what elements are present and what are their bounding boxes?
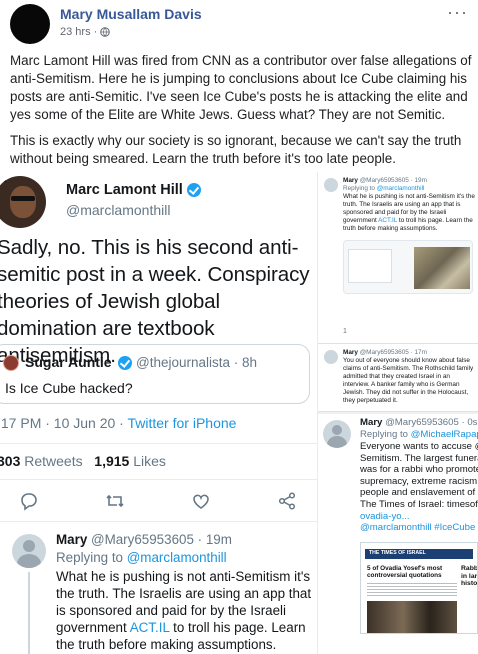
mini-attached-image [343, 240, 473, 294]
verified-badge-icon [118, 355, 132, 370]
mini-reply-count: 1 [343, 328, 347, 335]
like-icon [193, 494, 209, 509]
divider [0, 479, 317, 480]
mini-text-line: Semitism. The largest funeral [360, 452, 478, 464]
tweet-author-name: Marc Lamont Hill [66, 182, 201, 198]
share-icon [278, 492, 296, 510]
mini-text: What he is pushing is not anti-Semitism … [343, 193, 477, 233]
news-photo [367, 601, 457, 633]
mini-tweet-3: Mary @Mary65953605 · 0s Replying to @Mic… [318, 414, 478, 654]
mini-text-link: ACT.IL [378, 217, 398, 224]
mini-avatar [324, 350, 338, 364]
mini-photo [414, 247, 470, 289]
side-screenshots: Mary @Mary65953605 · 19m Replying to @ma… [318, 172, 478, 654]
mini-text: Everyone wants to accuse @ Semitism. The… [360, 441, 478, 534]
author-avatar[interactable] [10, 4, 50, 44]
quoted-tweet-name: Sugar Auntie [25, 354, 112, 370]
mini-replying-to: Replying to @marclamonthill [343, 185, 424, 192]
mini-tweet-1: Mary @Mary65953605 · 19m Replying to @ma… [318, 172, 478, 344]
tweet-author-avatar: OL [0, 176, 46, 228]
mini-replying-prefix: Replying to [360, 429, 411, 440]
avatar-tag: OL [0, 176, 7, 182]
post-text: Marc Lamont Hill was fired from CNN as a… [10, 52, 472, 168]
mini-author-name: Mary [343, 349, 358, 356]
tweet-author-handle: @marclamonthill [66, 202, 171, 218]
tweet-stats: 303 Retweets 1,915 Likes [0, 453, 166, 469]
globe-icon[interactable] [100, 27, 111, 37]
mini-text-line: The Times of Israel: timesofis [360, 498, 478, 510]
tweet-source: Twitter for iPhone [127, 415, 237, 431]
news-brand-bar: THE TIMES OF ISRAEL [365, 549, 473, 559]
mini-replying-handle: @marclamonthill [376, 185, 425, 192]
quoted-tweet-text: Is Ice Cube hacked? [5, 380, 133, 396]
mini-text-line: ovadia-yo... [360, 510, 410, 522]
retweets-label: Retweets [20, 453, 83, 469]
news-headline: 5 of Ovadia Yosef's most controversial q… [367, 565, 443, 580]
reply-text-link: ACT.IL [129, 620, 170, 635]
reply-author-avatar [12, 534, 46, 568]
post-time[interactable]: 23 hrs [60, 26, 91, 38]
mini-author-name: Mary [343, 177, 358, 184]
mini-handle-time: @Mary65953605 · 17m [357, 349, 427, 356]
meta-dot: · [93, 26, 98, 38]
replying-prefix: Replying to [56, 550, 127, 565]
reply-text: What he is pushing is not anti-Semitism … [56, 568, 317, 653]
post-image-collage[interactable]: OL Marc Lamont Hill @marclamonthill Sadl… [0, 172, 478, 654]
mini-replying-prefix: Replying to [343, 185, 377, 192]
news-body-lines [367, 583, 457, 597]
author-name[interactable]: Mary Musallam Davis [60, 6, 202, 22]
thread-line [28, 572, 30, 654]
mini-replying-to: Replying to @MichaelRapapo [360, 429, 478, 440]
tweet-author-name-text: Marc Lamont Hill [66, 182, 183, 198]
tweet-timestamp: :17 PM · 10 Jun 20 · Twitter for iPhone [0, 415, 236, 431]
tweet-time-text: :17 PM · 10 Jun 20 · [0, 415, 128, 431]
divider [0, 521, 317, 522]
quoted-tweet: Sugar Auntie @thejournalista · 8h Is Ice… [0, 344, 310, 404]
reply-icon [21, 493, 37, 511]
divider [0, 443, 317, 444]
mini-app-card [348, 249, 392, 283]
replying-handle: @marclamonthill [126, 550, 227, 565]
news-brand: THE TIMES OF ISRAEL [369, 550, 426, 556]
retweet-count: 303 [0, 453, 21, 469]
post-paragraph-2: This is exactly why our society is so ig… [10, 133, 462, 166]
likes-label: Likes [129, 453, 166, 469]
mini-actions: 1 [343, 328, 347, 335]
mini-author: Mary @Mary65953605 · 19m [343, 177, 427, 184]
quoted-tweet-handle-text: @thejournalista · 8h [136, 355, 258, 370]
quoted-tweet-handle: @thejournalista · 8h [118, 355, 257, 370]
mini-handle-time: @Mary65953605 · 0s [382, 417, 478, 428]
mini-handle-time: @Mary65953605 · 19m [357, 177, 427, 184]
reply-author: Mary @Mary65953605 · 19m [56, 532, 232, 547]
main-tweet-screenshot: OL Marc Lamont Hill @marclamonthill Sadl… [0, 172, 318, 654]
mini-author-name: Mary [360, 417, 383, 428]
mini-text-line: was for a rabbi who promoted [360, 464, 478, 476]
mini-avatar [324, 178, 338, 192]
post-paragraph-1: Marc Lamont Hill was fired from CNN as a… [10, 53, 472, 122]
post-header: Mary Musallam Davis 23 hrs · ··· [0, 0, 478, 44]
mini-text-line: people and enslavement of g [360, 487, 478, 499]
reply-handle-time: @Mary65953605 · 19m [87, 532, 232, 547]
post-meta: 23 hrs · [60, 26, 111, 38]
news-side-headline: Rabbi in larg histor [461, 565, 478, 588]
mini-text-line: supremacy, extreme racism to [360, 475, 478, 487]
news-link-card: THE TIMES OF ISRAEL 5 of Ovadia Yosef's … [360, 542, 478, 634]
mini-replying-handle: @MichaelRapapo [410, 429, 478, 440]
verified-badge-icon [186, 183, 201, 197]
quoted-tweet-avatar [3, 355, 19, 371]
mini-author: Mary @Mary65953605 · 17m [343, 349, 427, 356]
retweet-icon [106, 494, 124, 508]
like-count: 1,915 [94, 453, 130, 469]
mini-text-line: Everyone wants to accuse @ [360, 441, 478, 452]
reply-author-name: Mary [56, 532, 88, 547]
mini-text: You out of everyone should know about fa… [343, 357, 474, 404]
mini-avatar [323, 420, 351, 448]
more-options-icon[interactable]: ··· [447, 2, 468, 23]
mini-tweet-2: Mary @Mary65953605 · 17m You out of ever… [318, 344, 478, 412]
mini-text-line: @marclamonthill #IceCube [360, 522, 476, 534]
mini-author: Mary @Mary65953605 · 0s [360, 417, 477, 428]
replying-to: Replying to @marclamonthill [56, 550, 227, 565]
